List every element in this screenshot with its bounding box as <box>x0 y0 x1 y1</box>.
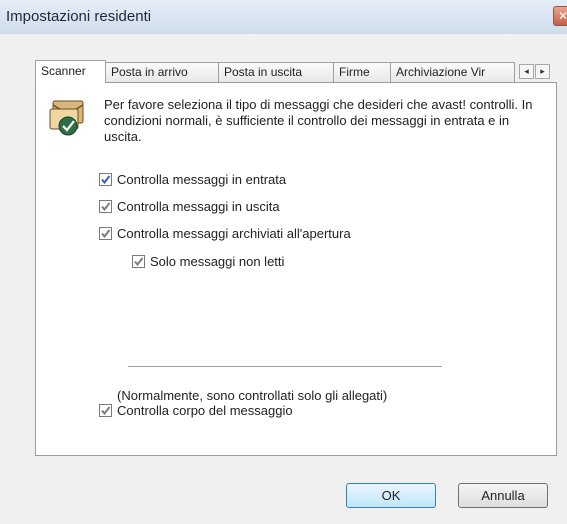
scanner-panel: Per favore seleziona il tipo di messaggi… <box>35 82 557 456</box>
close-icon: ✕ <box>557 9 567 23</box>
checkbox-archiviati[interactable] <box>99 227 112 240</box>
mail-scan-icon <box>49 100 84 136</box>
close-button[interactable]: ✕ <box>553 6 567 26</box>
tab-posta-in-arrivo[interactable]: Posta in arrivo <box>105 62 219 82</box>
tab-scroll-left-icon[interactable]: ◂ <box>519 64 534 79</box>
checkbox-corpo[interactable] <box>99 404 112 417</box>
label-corpo: Controlla corpo del messaggio <box>117 403 293 418</box>
separator <box>128 366 442 367</box>
tab-strip: Scanner Posta in arrivo Posta in uscita … <box>35 60 555 83</box>
dialog-client-area: Scanner Posta in arrivo Posta in uscita … <box>0 34 567 524</box>
label-uscita: Controlla messaggi in uscita <box>117 199 280 214</box>
cancel-button[interactable]: Annulla <box>458 483 548 508</box>
tab-scroll-right-icon[interactable]: ▸ <box>535 64 550 79</box>
intro-text: Per favore seleziona il tipo di messaggi… <box>104 97 533 144</box>
label-non-letti: Solo messaggi non letti <box>150 254 285 269</box>
tab-archiviazione[interactable]: Archiviazione Vir <box>390 62 515 82</box>
ok-button[interactable]: OK <box>346 483 436 508</box>
tab-scanner[interactable]: Scanner <box>35 60 106 83</box>
window-title: Impostazioni residenti <box>6 8 152 25</box>
tab-firme[interactable]: Firme <box>333 62 391 82</box>
checkbox-uscita[interactable] <box>99 200 112 213</box>
tab-posta-in-uscita[interactable]: Posta in uscita <box>218 62 334 82</box>
title-bar[interactable]: Impostazioni residenti ✕ <box>0 0 567 35</box>
checkbox-non-letti[interactable] <box>132 255 145 268</box>
label-entrata: Controlla messaggi in entrata <box>117 172 287 187</box>
checkbox-entrata[interactable] <box>99 173 112 186</box>
settings-dialog: Impostazioni residenti ✕ Scanner Posta i… <box>0 0 567 524</box>
label-archiviati: Controlla messaggi archiviati all'apertu… <box>117 226 351 241</box>
body-note: (Normalmente, sono controllati solo gli … <box>117 388 388 403</box>
